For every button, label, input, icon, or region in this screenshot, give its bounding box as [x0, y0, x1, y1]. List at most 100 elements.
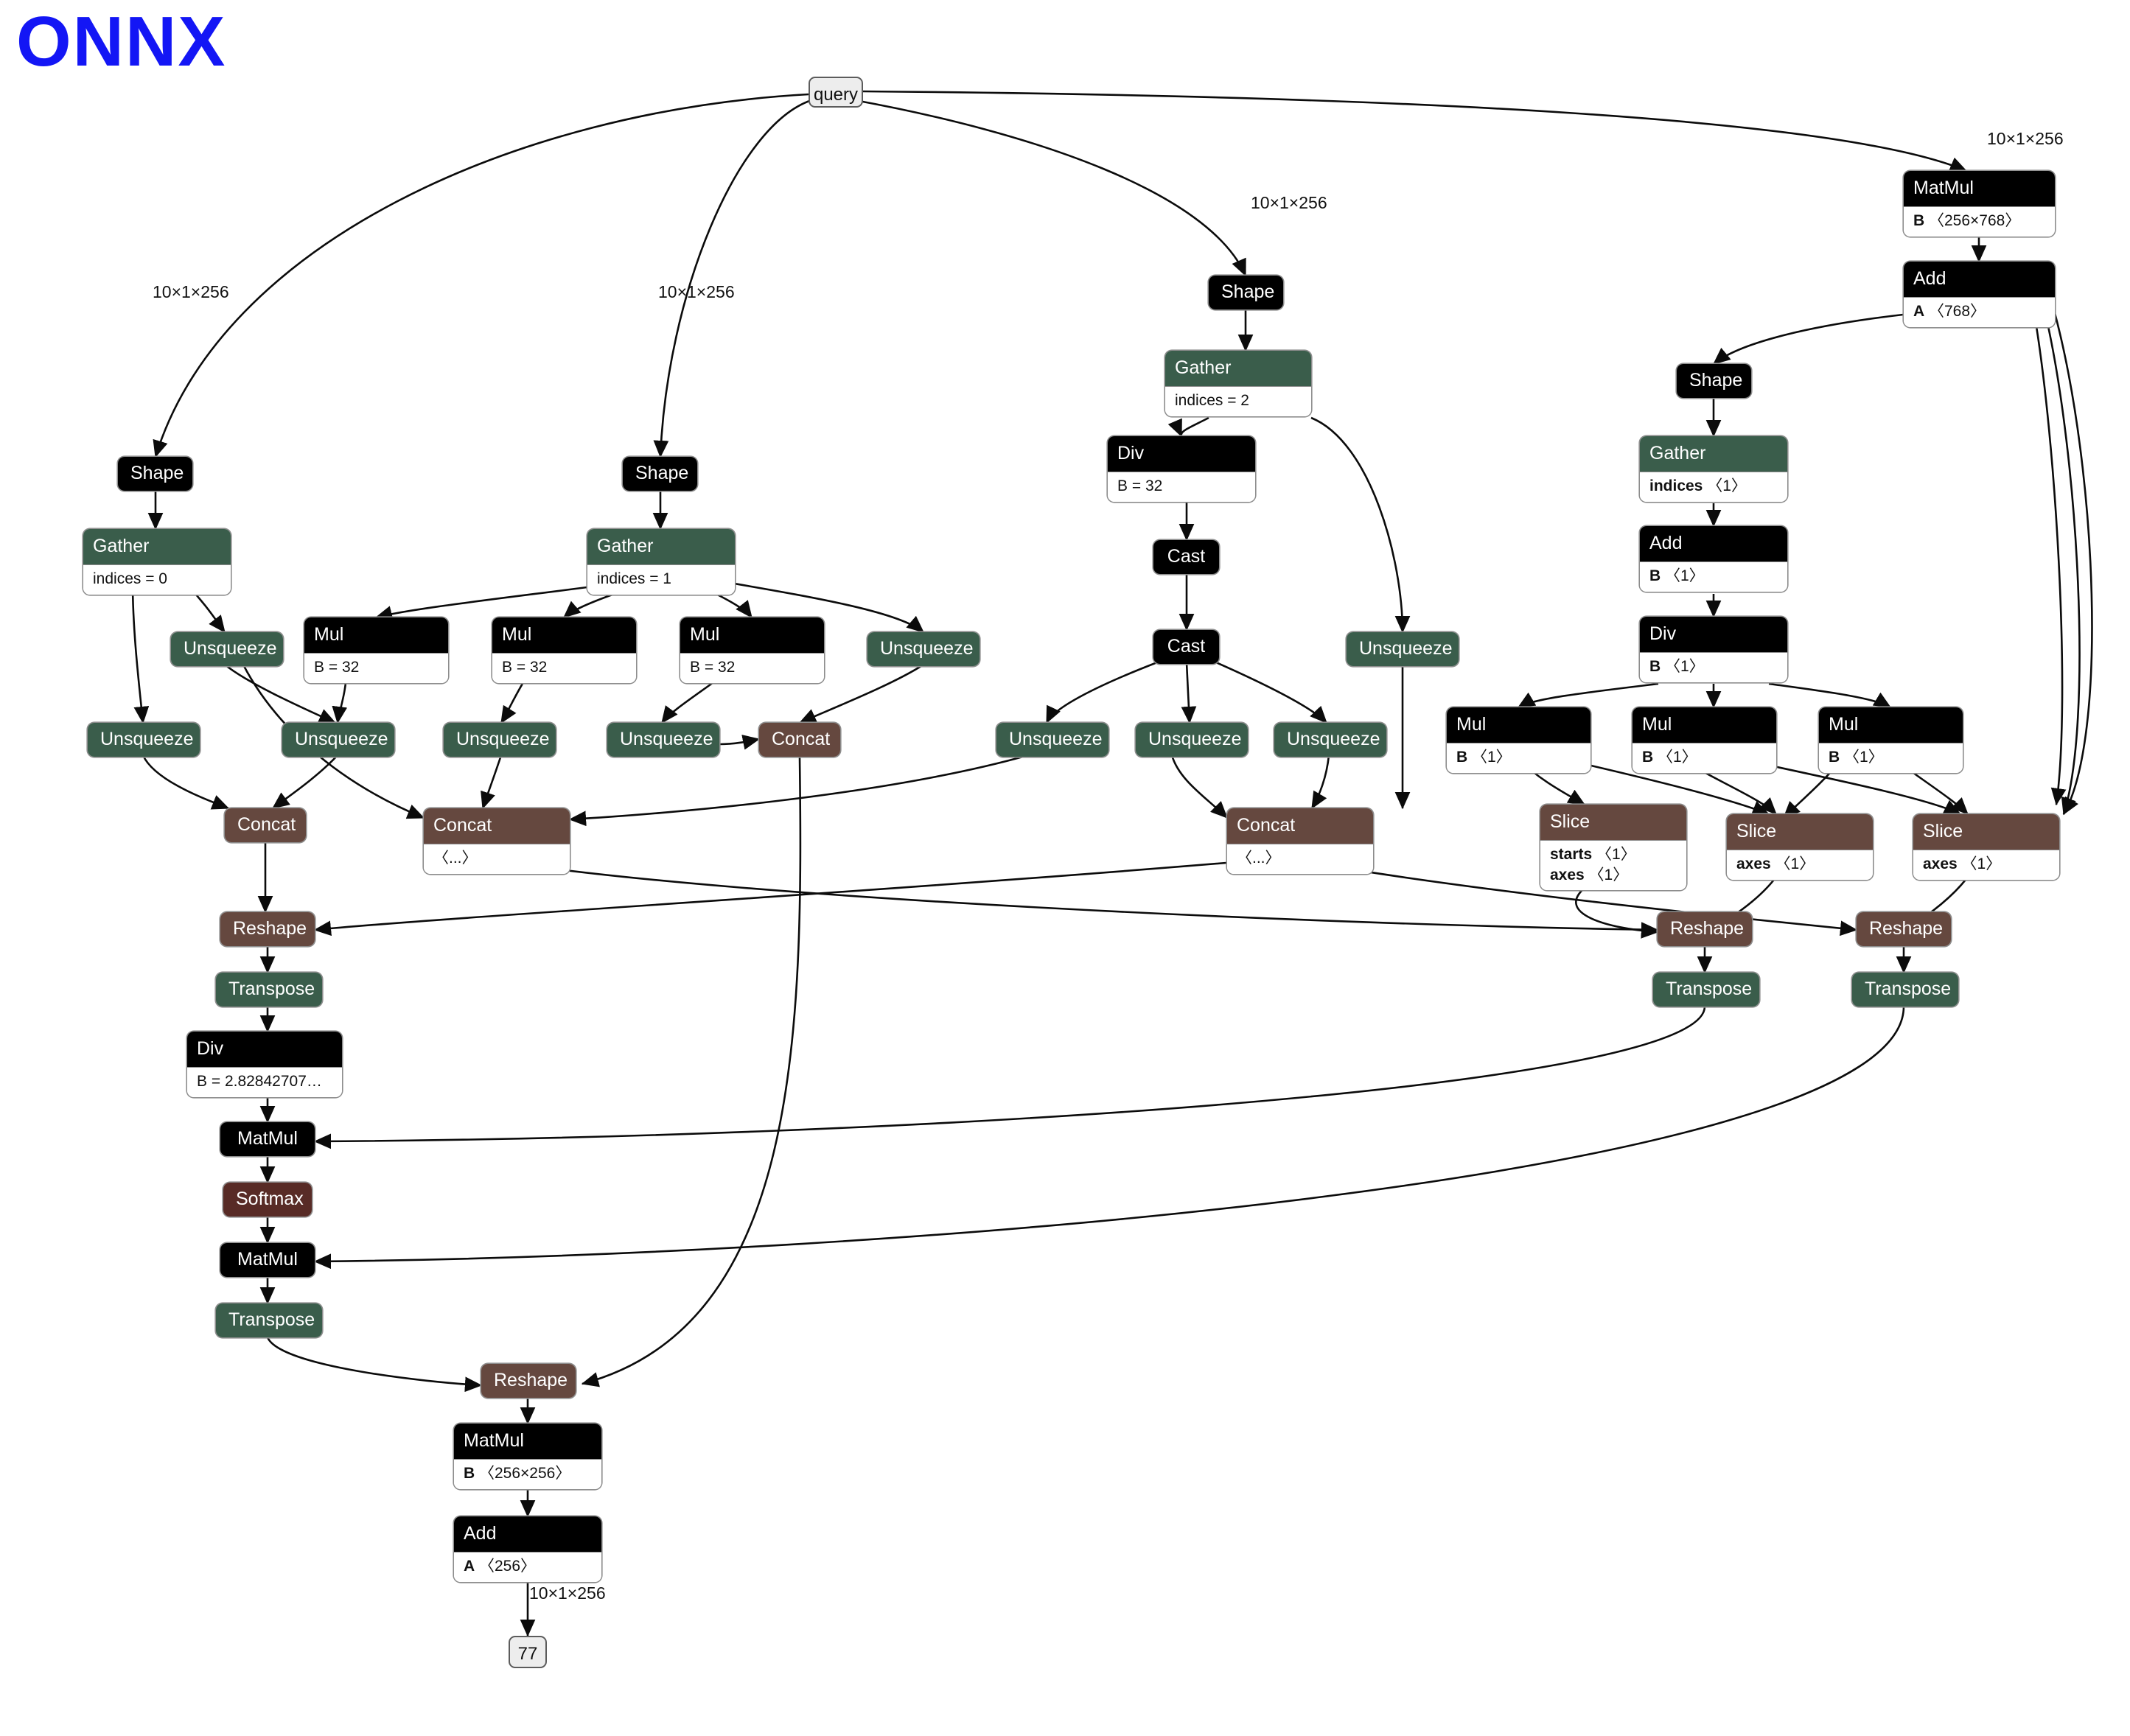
graph-node-mul[interactable]: Mul B 〈1〉 — [1633, 707, 1776, 773]
node-op-label: Shape — [118, 457, 192, 491]
graph-node-concat[interactable]: Concat — [225, 808, 306, 842]
node-op-label: Add — [1904, 262, 2055, 297]
graph-node-transpose[interactable]: Transpose — [1653, 973, 1759, 1007]
node-op-label: Unsqueeze — [1274, 723, 1386, 757]
node-attribute-value: 〈...〉 — [1237, 850, 1281, 867]
graph-node-reshape[interactable]: Reshape — [481, 1364, 576, 1398]
graph-node-shape[interactable]: Shape — [1209, 276, 1283, 309]
graph-node-div[interactable]: Div B = 32 — [1108, 436, 1255, 502]
graph-node-shape[interactable]: Shape — [1677, 364, 1751, 398]
graph-node-unsqueeze[interactable]: Unsqueeze — [282, 723, 394, 757]
node-attributes: B 〈256×256〉 — [454, 1459, 601, 1489]
graph-node-matmul[interactable]: MatMul B 〈256×768〉 — [1904, 171, 2055, 237]
graph-node-reshape[interactable]: Reshape — [1857, 912, 1951, 946]
graph-node-shape[interactable]: Shape — [118, 457, 192, 491]
graph-node-unsqueeze[interactable]: Unsqueeze — [867, 632, 980, 666]
graph-node-softmax[interactable]: Softmax — [223, 1183, 312, 1217]
graph-node-matmul[interactable]: MatMul B 〈256×256〉 — [454, 1424, 601, 1489]
graph-node-concat[interactable]: Concat 〈...〉 — [424, 808, 570, 874]
graph-node-unsqueeze[interactable]: Unsqueeze — [607, 723, 719, 757]
node-op-label: Unsqueeze — [607, 723, 719, 757]
node-op-label: Mul — [492, 617, 636, 653]
graph-node-gather[interactable]: Gather indices = 1 — [587, 529, 735, 595]
graph-node-mul[interactable]: Mul B 〈1〉 — [1447, 707, 1590, 773]
graph-io-node-input[interactable]: query — [809, 77, 863, 108]
graph-node-transpose[interactable]: Transpose — [1852, 973, 1958, 1007]
node-op-label: Mul — [1447, 707, 1590, 743]
node-op-label: MatMul — [220, 1243, 315, 1277]
graph-node-unsqueeze[interactable]: Unsqueeze — [444, 723, 556, 757]
graph-node-cast[interactable]: Cast — [1153, 630, 1219, 664]
graph-node-matmul[interactable]: MatMul — [220, 1243, 315, 1277]
node-attribute-row: A 〈256〉 — [464, 1556, 592, 1577]
node-attribute-value: 〈256〉 — [475, 1558, 537, 1575]
node-attribute-row: B 〈1〉 — [1649, 566, 1778, 587]
graph-node-concat[interactable]: Concat — [759, 723, 840, 757]
node-attribute-value: B = 32 — [1117, 477, 1163, 494]
graph-node-add[interactable]: Add B 〈1〉 — [1640, 526, 1787, 592]
node-attributes: B 〈1〉 — [1633, 743, 1776, 773]
graph-node-transpose[interactable]: Transpose — [216, 1303, 322, 1337]
node-attributes: B 〈1〉 — [1640, 561, 1787, 592]
node-op-label: Softmax — [223, 1183, 312, 1217]
node-attribute-name: B — [464, 1465, 475, 1482]
node-op-label: Gather — [1165, 351, 1311, 386]
graph-node-mul[interactable]: Mul B 〈1〉 — [1819, 707, 1963, 773]
graph-node-mul[interactable]: Mul B = 32 — [680, 617, 824, 683]
graph-node-add[interactable]: Add A 〈768〉 — [1904, 262, 2055, 327]
graph-node-slice[interactable]: Slice starts 〈1〉 axes 〈1〉 — [1540, 805, 1686, 891]
node-attributes: B 〈256×768〉 — [1904, 206, 2055, 237]
graph-node-unsqueeze[interactable]: Unsqueeze — [996, 723, 1108, 757]
node-attribute-value: 〈...〉 — [433, 850, 478, 867]
node-attributes: B = 32 — [680, 653, 824, 683]
graph-node-unsqueeze[interactable]: Unsqueeze — [171, 632, 283, 666]
node-op-label: Cast — [1153, 540, 1219, 574]
graph-node-reshape[interactable]: Reshape — [220, 912, 315, 946]
graph-node-mul[interactable]: Mul B = 32 — [304, 617, 448, 683]
node-op-label: MatMul — [220, 1122, 315, 1156]
graph-node-unsqueeze[interactable]: Unsqueeze — [1274, 723, 1386, 757]
node-op-label: Cast — [1153, 630, 1219, 664]
edge — [581, 756, 802, 1387]
edge — [854, 99, 1247, 277]
node-attribute-value: 〈256×256〉 — [475, 1465, 571, 1482]
node-op-label: Div — [187, 1032, 342, 1067]
node-attribute-name: B — [1649, 567, 1661, 584]
node-attribute-row: indices = 2 — [1175, 391, 1302, 411]
graph-io-node-output[interactable]: 77 — [509, 1636, 547, 1668]
node-attributes: A 〈768〉 — [1904, 297, 2055, 327]
graph-node-div[interactable]: Div B = 2.82842707… — [187, 1032, 342, 1097]
graph-node-unsqueeze[interactable]: Unsqueeze — [1347, 632, 1459, 666]
graph-node-mul[interactable]: Mul B = 32 — [492, 617, 636, 683]
graph-node-shape[interactable]: Shape — [623, 457, 697, 491]
graph-node-gather[interactable]: Gather indices 〈1〉 — [1640, 436, 1787, 502]
edge — [1310, 416, 1411, 634]
node-attribute-row: B = 32 — [690, 657, 814, 678]
node-op-label: Concat — [225, 808, 306, 842]
edge — [1712, 312, 1917, 365]
graph-node-matmul[interactable]: MatMul — [220, 1122, 315, 1156]
node-attribute-row: 〈...〉 — [433, 848, 560, 869]
graph-node-concat[interactable]: Concat 〈...〉 — [1227, 808, 1373, 874]
graph-node-div[interactable]: Div B 〈1〉 — [1640, 617, 1787, 682]
node-attribute-row: indices 〈1〉 — [1649, 476, 1778, 497]
edge — [266, 1337, 483, 1393]
graph-node-add[interactable]: Add A 〈256〉 — [454, 1516, 601, 1582]
node-attributes: axes 〈1〉 — [1727, 850, 1873, 880]
graph-node-unsqueeze[interactable]: Unsqueeze — [88, 723, 200, 757]
node-op-label: Gather — [587, 529, 735, 564]
graph-node-gather[interactable]: Gather indices = 0 — [83, 529, 231, 595]
graph-node-cast[interactable]: Cast — [1153, 540, 1219, 574]
node-op-label: Slice — [1540, 805, 1686, 840]
node-attribute-name: starts — [1550, 846, 1593, 863]
edge-label: 10×1×256 — [658, 282, 735, 301]
node-op-label: Reshape — [1857, 912, 1951, 946]
node-op-label: Mul — [1633, 707, 1776, 743]
edge — [2033, 312, 2067, 806]
graph-node-gather[interactable]: Gather indices = 2 — [1165, 351, 1311, 416]
graph-node-slice[interactable]: Slice axes 〈1〉 — [1727, 814, 1873, 880]
graph-node-transpose[interactable]: Transpose — [216, 973, 322, 1007]
graph-node-slice[interactable]: Slice axes 〈1〉 — [1913, 814, 2059, 880]
graph-node-unsqueeze[interactable]: Unsqueeze — [1136, 723, 1248, 757]
graph-node-reshape[interactable]: Reshape — [1658, 912, 1752, 946]
